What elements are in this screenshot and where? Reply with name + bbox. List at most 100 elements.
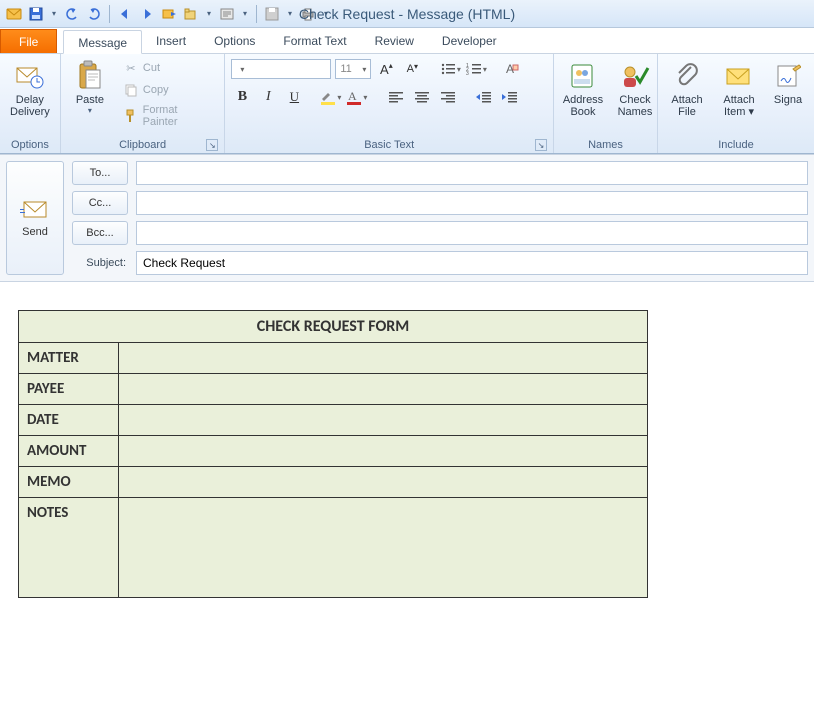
paperclip-icon — [671, 60, 703, 92]
qat-save-more-icon[interactable]: ▾ — [48, 4, 60, 24]
delay-delivery-button[interactable]: Delay Delivery — [6, 58, 54, 120]
bullets-button[interactable]: ▾ — [439, 58, 461, 80]
previous-item-icon[interactable] — [115, 4, 135, 24]
message-body[interactable]: CHECK REQUEST FORM MATTER PAYEE DATE AMO… — [0, 282, 814, 662]
row-value-date[interactable] — [119, 405, 648, 436]
table-row: NOTES — [19, 498, 648, 598]
grow-font-button[interactable]: A▴ — [375, 58, 397, 80]
clipboard-icon — [74, 60, 106, 92]
increase-indent-button[interactable] — [499, 86, 521, 108]
row-value-amount[interactable] — [119, 436, 648, 467]
signature-button[interactable]: Signa — [768, 58, 808, 108]
align-right-button[interactable] — [437, 86, 459, 108]
font-color-button[interactable]: A▾ — [345, 86, 367, 108]
copy-icon — [123, 82, 139, 98]
chevron-down-icon: ▾ — [362, 65, 366, 74]
align-left-button[interactable] — [385, 86, 407, 108]
tab-insert[interactable]: Insert — [142, 29, 200, 53]
copy-label: Copy — [143, 84, 169, 96]
table-row: DATE — [19, 405, 648, 436]
italic-button[interactable]: I — [257, 86, 279, 108]
tab-format-text[interactable]: Format Text — [269, 29, 360, 53]
row-label: NOTES — [19, 498, 119, 598]
cc-input[interactable] — [136, 191, 808, 215]
tab-review[interactable]: Review — [361, 29, 428, 53]
basic-text-launcher-icon[interactable]: ↘ — [535, 139, 547, 151]
quick-access-toolbar: ▾ ▾ ▾ ▾ ▾ — [4, 4, 332, 24]
chevron-down-icon: ▾ — [240, 65, 244, 74]
decrease-indent-button[interactable] — [473, 86, 495, 108]
tab-message[interactable]: Message — [63, 30, 142, 54]
align-center-button[interactable] — [411, 86, 433, 108]
qat-rules-more-icon[interactable]: ▾ — [239, 4, 251, 24]
row-value-matter[interactable] — [119, 343, 648, 374]
row-value-memo[interactable] — [119, 467, 648, 498]
row-value-notes[interactable] — [119, 498, 648, 598]
qat-save2-more-icon[interactable]: ▾ — [284, 4, 296, 24]
table-row: MEMO — [19, 467, 648, 498]
file-tab[interactable]: File — [0, 29, 57, 53]
next-item-icon[interactable] — [137, 4, 157, 24]
undo-icon[interactable] — [62, 4, 82, 24]
row-label: MEMO — [19, 467, 119, 498]
save-icon[interactable] — [26, 4, 46, 24]
font-selector[interactable]: ▾ — [231, 59, 331, 79]
font-size-value: 11 — [340, 63, 351, 75]
attach-item-button[interactable]: Attach Item ▾ — [716, 58, 762, 120]
font-size-selector[interactable]: 11 ▾ — [335, 59, 371, 79]
group-clipboard-label: Clipboard ↘ — [67, 139, 218, 151]
to-input[interactable] — [136, 161, 808, 185]
svg-text:A: A — [348, 89, 357, 103]
qat-customize-icon[interactable]: ▾ — [320, 4, 332, 24]
send-button[interactable]: Send — [6, 161, 64, 275]
group-include-label: Include — [664, 139, 808, 151]
form-title: CHECK REQUEST FORM — [19, 311, 648, 343]
format-painter-button[interactable]: Format Painter — [119, 102, 218, 130]
cut-label: Cut — [143, 62, 160, 74]
shrink-font-button[interactable]: A▾ — [401, 58, 423, 80]
copy-button[interactable]: Copy — [119, 80, 218, 100]
subject-label: Subject: — [72, 257, 128, 269]
check-names-icon — [619, 60, 651, 92]
group-options-label: Options — [6, 139, 54, 151]
subject-input[interactable] — [136, 251, 808, 275]
attach-file-button[interactable]: Attach File — [664, 58, 710, 120]
underline-button[interactable]: U — [283, 86, 305, 108]
tab-options[interactable]: Options — [200, 29, 269, 53]
bcc-button[interactable]: Bcc... — [72, 221, 128, 245]
forward-icon[interactable] — [159, 4, 179, 24]
qat-move-more-icon[interactable]: ▾ — [203, 4, 215, 24]
print-icon[interactable] — [298, 4, 318, 24]
tab-developer[interactable]: Developer — [428, 29, 511, 53]
rules-icon[interactable] — [217, 4, 237, 24]
delay-delivery-label: Delay Delivery — [10, 94, 50, 118]
outlook-icon[interactable] — [4, 4, 24, 24]
numbering-button[interactable]: 123▾ — [465, 58, 487, 80]
bcc-input[interactable] — [136, 221, 808, 245]
table-row: PAYEE — [19, 374, 648, 405]
svg-text:3: 3 — [466, 71, 469, 76]
address-book-button[interactable]: Address Book — [560, 58, 606, 120]
cut-button[interactable]: ✂ Cut — [119, 58, 218, 78]
format-painter-label: Format Painter — [143, 104, 215, 128]
bold-button[interactable]: B — [231, 86, 253, 108]
redo-icon[interactable] — [84, 4, 104, 24]
cc-button[interactable]: Cc... — [72, 191, 128, 215]
table-row: AMOUNT — [19, 436, 648, 467]
compose-header: Send To... Cc... Bcc... Subject: — [0, 154, 814, 282]
signature-label: Signa — [774, 94, 802, 106]
check-names-button[interactable]: Check Names — [612, 58, 658, 120]
clear-formatting-button[interactable]: A — [501, 58, 523, 80]
to-button[interactable]: To... — [72, 161, 128, 185]
clipboard-launcher-icon[interactable]: ↘ — [206, 139, 218, 151]
row-value-payee[interactable] — [119, 374, 648, 405]
group-include: Attach File Attach Item ▾ Signa Include — [658, 54, 814, 153]
move-icon[interactable] — [181, 4, 201, 24]
row-label: DATE — [19, 405, 119, 436]
paste-button[interactable]: Paste ▾ — [67, 58, 113, 117]
table-row: MATTER — [19, 343, 648, 374]
save-disabled-icon[interactable] — [262, 4, 282, 24]
highlight-button[interactable]: ▾ — [319, 86, 341, 108]
attach-item-label: Attach Item ▾ — [723, 94, 754, 118]
group-basic-text-label: Basic Text ↘ — [231, 139, 547, 151]
